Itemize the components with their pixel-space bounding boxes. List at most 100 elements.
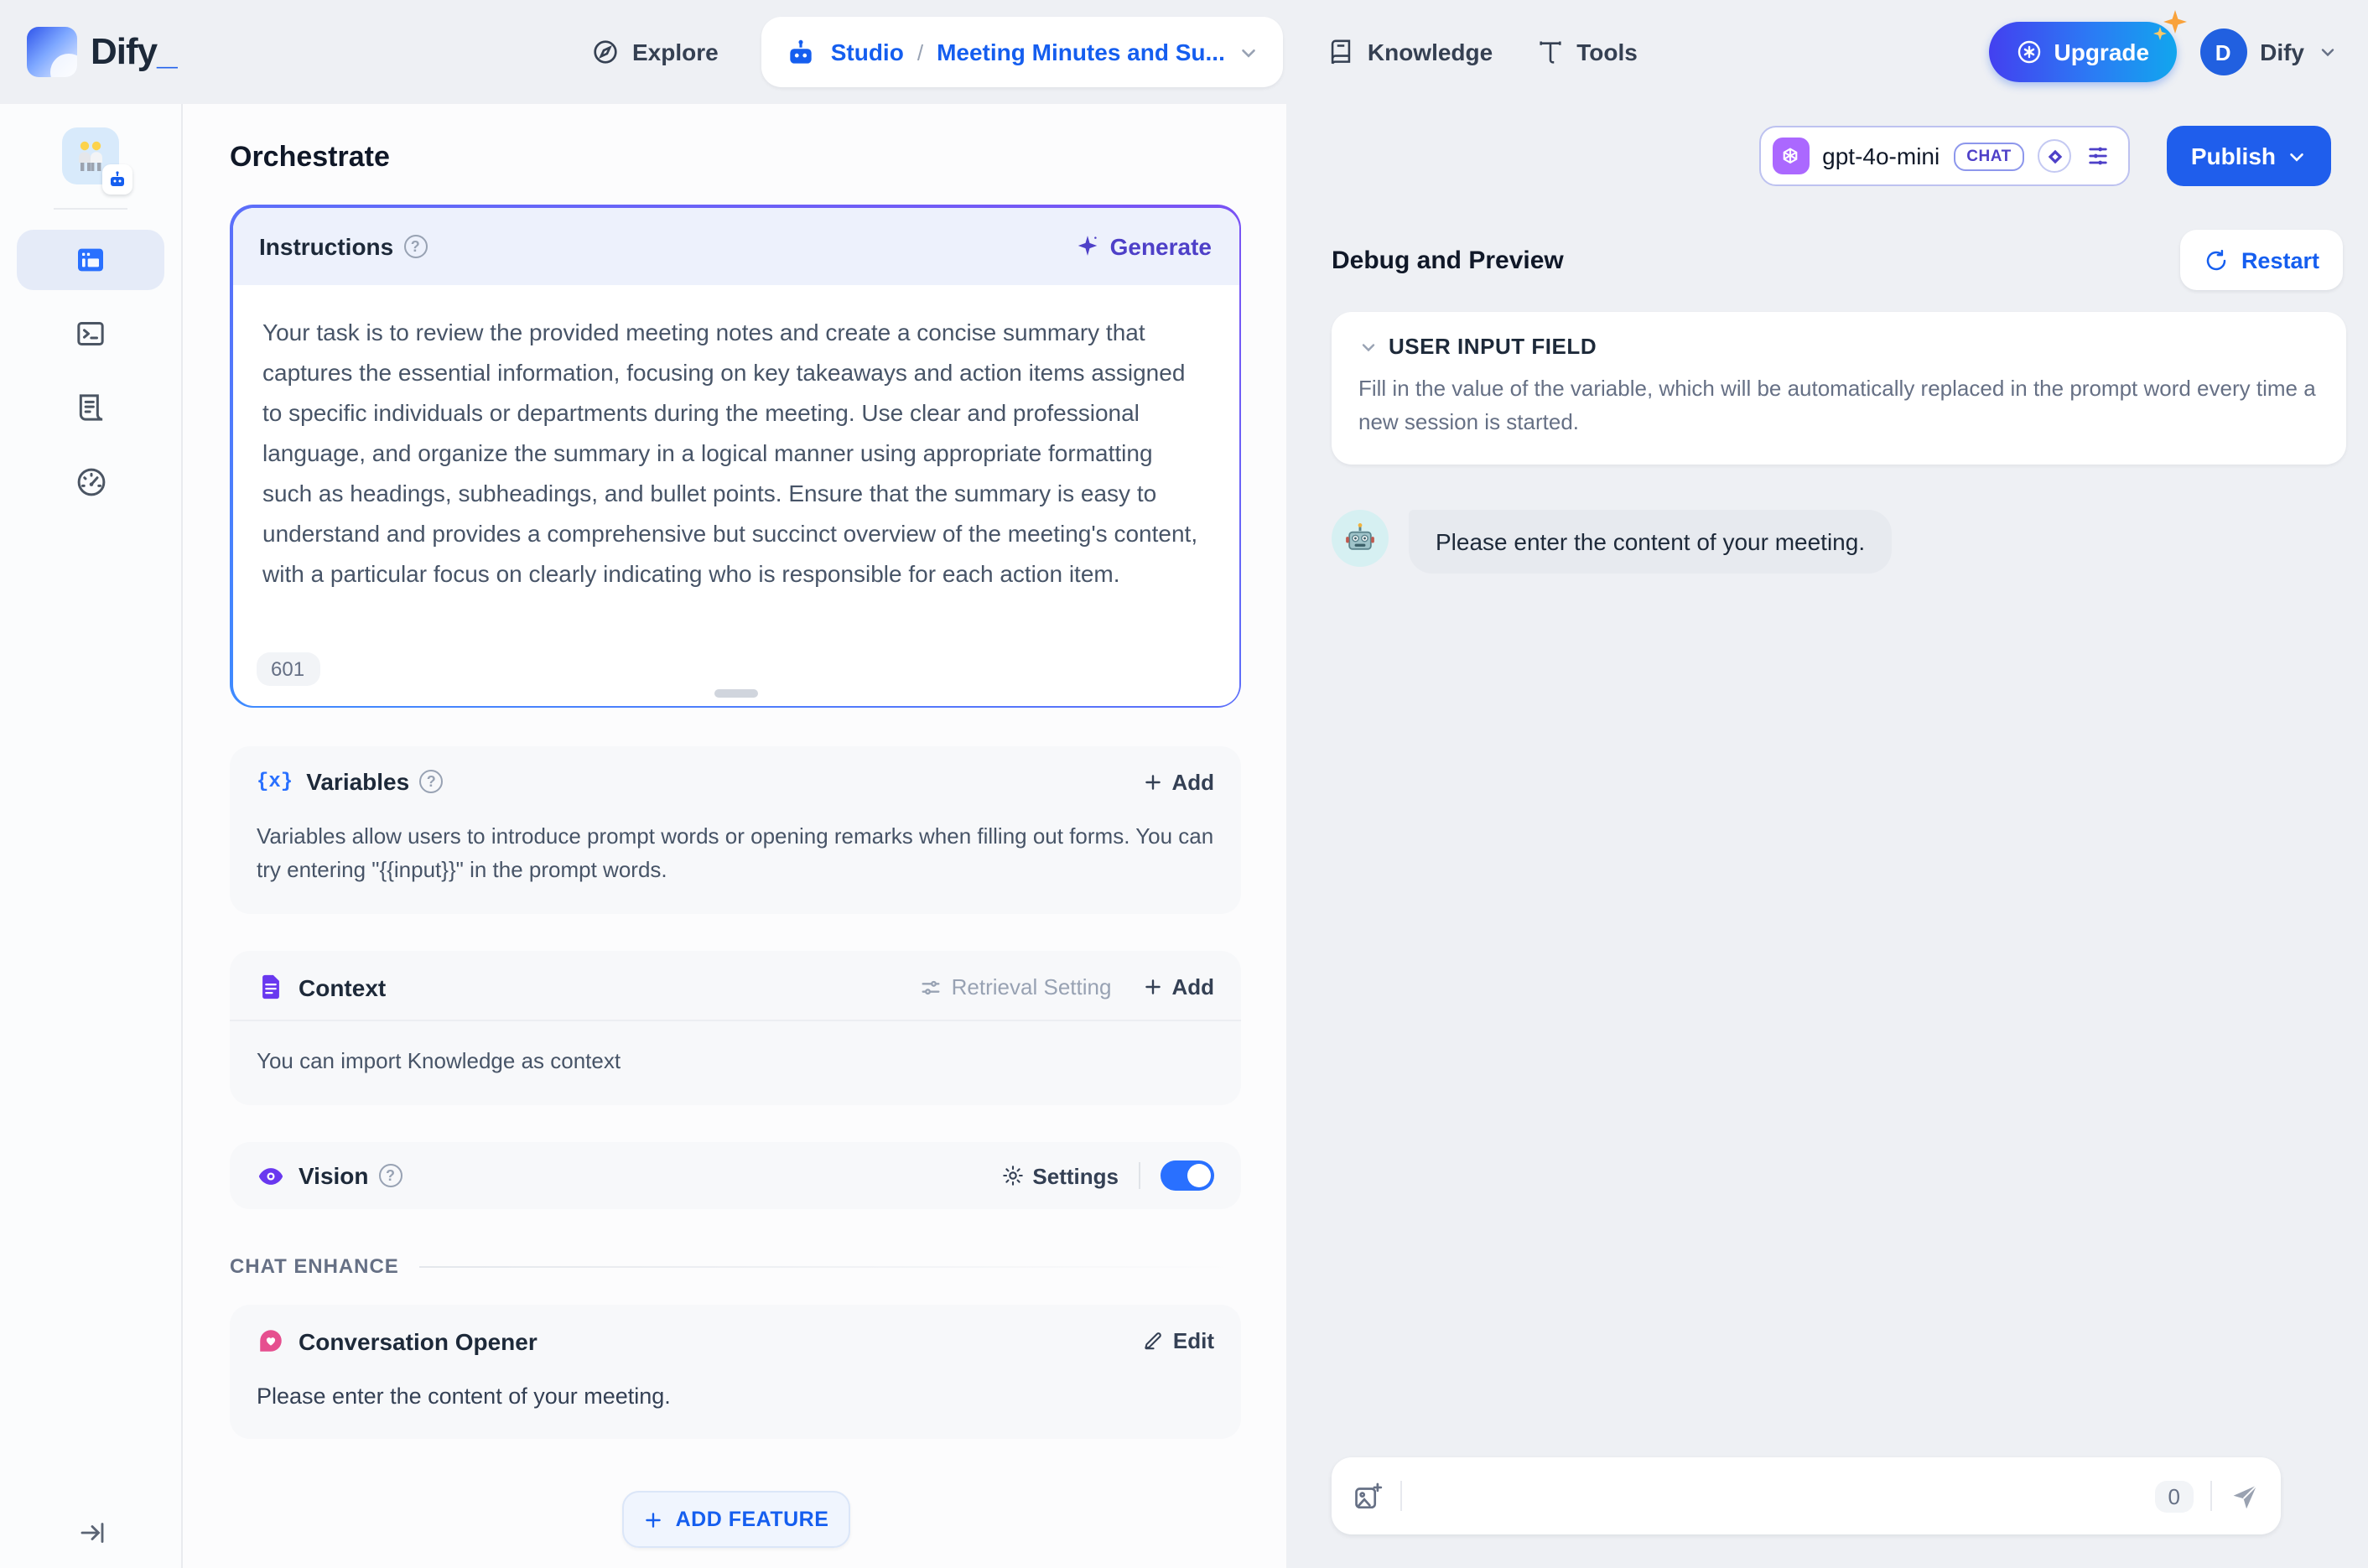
chat-message-input[interactable] (1419, 1482, 2138, 1509)
instructions-header: Instructions Generate (232, 207, 1239, 284)
upgrade-label: Upgrade (2054, 39, 2150, 65)
vertical-divider (2210, 1481, 2212, 1511)
upgrade-button[interactable]: Upgrade (1988, 10, 2187, 82)
nav-explore[interactable]: Explore (590, 37, 719, 67)
generate-label: Generate (1109, 232, 1212, 259)
add-variable-label: Add (1171, 769, 1214, 794)
restart-button[interactable]: Restart (2180, 230, 2343, 290)
vision-title: Vision (299, 1162, 369, 1190)
model-params-icon[interactable] (2085, 143, 2112, 169)
model-toolbar: gpt-4o-mini CHAT Publish (1332, 126, 2331, 186)
chevron-down-icon (2318, 42, 2338, 62)
sidebar-item-orchestrate[interactable] (17, 230, 164, 290)
account-name: Dify (2260, 39, 2304, 65)
edit-opener-button[interactable]: Edit (1143, 1329, 1214, 1354)
bot-message-bubble: Please enter the content of your meeting… (1409, 510, 1893, 574)
model-name: gpt-4o-mini (1822, 143, 1940, 169)
chevron-down-icon (1362, 343, 1375, 351)
chat-mode-badge: CHAT (1953, 142, 2025, 170)
chat-enhance-divider: CHAT ENHANCE (230, 1255, 1241, 1279)
retrieval-setting-label: Retrieval Setting (951, 974, 1112, 1000)
explore-icon (590, 37, 621, 67)
sidebar-divider (54, 208, 127, 210)
app-icon[interactable] (62, 127, 132, 195)
breadcrumb-app-name[interactable]: Meeting Minutes and Su... (937, 39, 1225, 65)
chat-input-bar: 0 (1332, 1457, 2281, 1534)
variables-description: Variables allow users to introduce promp… (257, 823, 1214, 883)
chat-heart-icon (260, 1331, 282, 1353)
user-input-field-description: Fill in the value of the variable, which… (1358, 376, 2316, 435)
sidebar-item-api[interactable] (17, 304, 164, 364)
avatar[interactable]: D (2199, 29, 2247, 75)
restart-label: Restart (2241, 247, 2319, 273)
help-icon[interactable] (419, 770, 444, 793)
help-icon[interactable] (378, 1164, 402, 1188)
sidebar-item-monitoring[interactable] (17, 451, 164, 511)
model-selector[interactable]: gpt-4o-mini CHAT (1758, 126, 2131, 186)
nav-tools[interactable]: Tools (1536, 38, 1638, 66)
add-feature-button[interactable]: ADD FEATURE (621, 1491, 849, 1549)
bot-avatar (1332, 510, 1389, 568)
vision-header: Vision Settings (230, 1143, 1241, 1210)
retrieval-setting-button[interactable]: Retrieval Setting (920, 974, 1112, 1000)
page-title: Orchestrate (230, 141, 390, 173)
main-area: Orchestrate Instructions Generate Your t… (0, 104, 2368, 1568)
sidebar-collapse-button[interactable] (0, 1518, 183, 1548)
breadcrumb[interactable]: Studio / Meeting Minutes and Su... (761, 17, 1284, 87)
robot-icon (786, 36, 818, 68)
vision-settings-button[interactable]: Settings (1000, 1164, 1119, 1189)
terminal-icon (77, 322, 104, 345)
robot-emoji-icon (1346, 523, 1374, 551)
chevron-down-icon[interactable] (1239, 41, 1260, 63)
vertical-divider (1139, 1162, 1140, 1190)
sliders-icon (922, 980, 941, 994)
instructions-title: Instructions (259, 232, 394, 259)
sidebar-item-logs[interactable] (17, 377, 164, 438)
vision-toggle[interactable] (1161, 1160, 1214, 1192)
context-title: Context (299, 974, 387, 1001)
resize-handle[interactable] (714, 688, 757, 697)
logo-text: Dify (91, 30, 158, 72)
debug-title: Debug and Preview (1332, 246, 1564, 274)
generate-button[interactable]: Generate (1075, 232, 1212, 259)
vertical-divider (1400, 1481, 1402, 1511)
breadcrumb-studio[interactable]: Studio (831, 39, 904, 65)
nav-knowledge[interactable]: Knowledge (1327, 38, 1493, 66)
nav-explore-label: Explore (632, 39, 719, 65)
conversation-opener-header: Conversation Opener Edit (230, 1306, 1241, 1374)
nav-right: Upgrade D Dify (1988, 10, 2339, 82)
variables-title: Variables (306, 768, 410, 795)
dify-logo[interactable]: Dify_ (27, 27, 178, 77)
openai-icon (1772, 138, 1810, 174)
variables-section: {x} Variables Add Variables allow users … (230, 746, 1241, 915)
app-window-icon (78, 248, 103, 272)
diamond-badge-icon (2038, 139, 2072, 173)
sparkle-icon (1078, 236, 1097, 256)
add-variable-button[interactable]: Add (1141, 769, 1214, 794)
gear-icon (1002, 1166, 1023, 1186)
account-menu[interactable]: D Dify (2199, 29, 2338, 75)
user-input-field-header[interactable]: USER INPUT FIELD (1358, 334, 2319, 359)
chevron-down-icon (2290, 152, 2303, 161)
sidebar (0, 104, 183, 1568)
publish-label: Publish (2190, 143, 2276, 169)
top-navigation: Dify_ Explore Studio / Meeting Minutes a… (0, 0, 2368, 104)
nav-knowledge-label: Knowledge (1367, 39, 1493, 65)
edit-opener-label: Edit (1172, 1328, 1214, 1354)
publish-button[interactable]: Publish (2167, 126, 2331, 186)
help-icon[interactable] (403, 234, 428, 257)
breadcrumb-separator: / (917, 39, 924, 65)
add-context-button[interactable]: Add (1141, 975, 1214, 1000)
context-section: Context Retrieval Setting Add You can im… (230, 951, 1241, 1106)
instructions-textarea[interactable]: Your task is to review the provided meet… (232, 284, 1239, 594)
vision-section: Vision Settings (230, 1142, 1241, 1210)
debug-header: Debug and Preview Restart (1332, 230, 2343, 290)
add-feature-label: ADD FEATURE (675, 1508, 829, 1532)
add-context-label: Add (1171, 974, 1214, 1000)
plus-icon (1145, 774, 1161, 789)
pencil-icon (1145, 1333, 1162, 1351)
nav-center: Explore Studio / Meeting Minutes and Su.… (590, 0, 1638, 104)
send-icon[interactable] (2229, 1480, 2261, 1512)
add-image-icon[interactable] (1352, 1480, 1384, 1512)
gauge-icon (76, 467, 105, 496)
